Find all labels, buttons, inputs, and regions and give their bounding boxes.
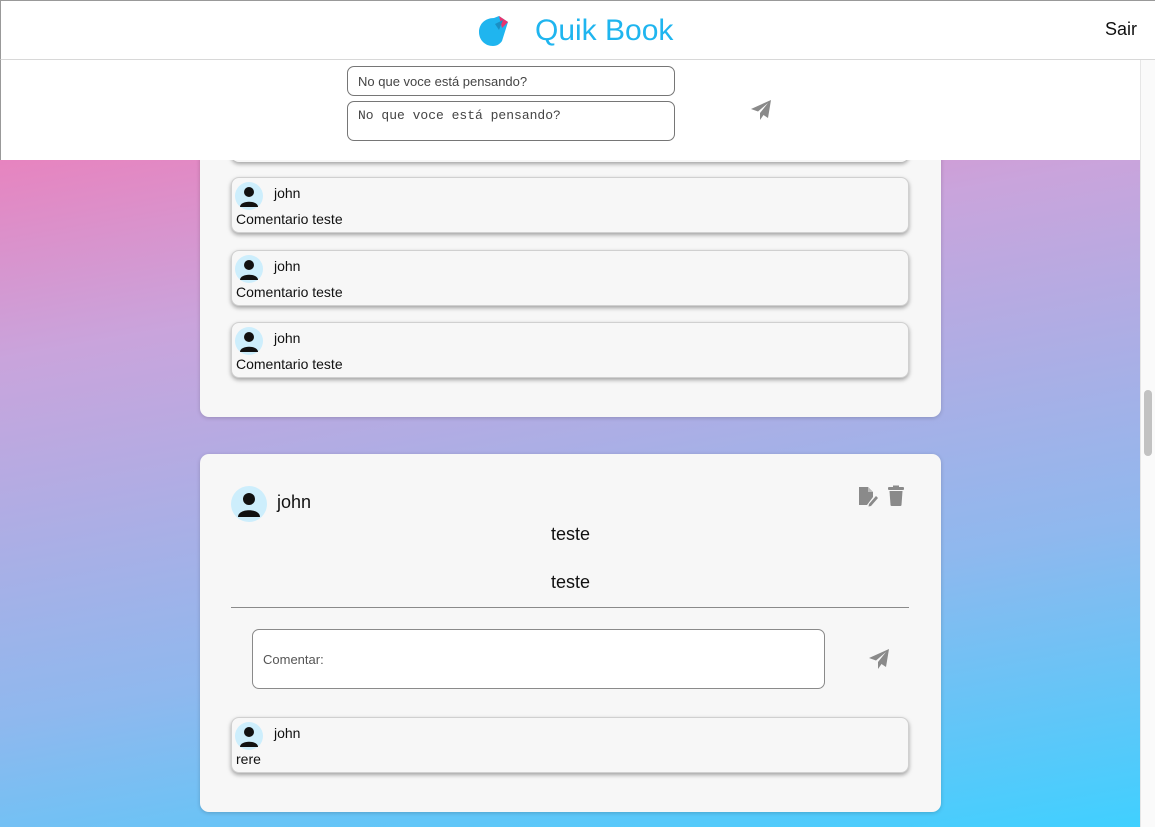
comment-card: john Comentario teste <box>231 177 909 233</box>
paper-plane-icon <box>751 100 771 120</box>
quikbook-logo-icon <box>479 16 508 46</box>
new-post-composer <box>0 60 1140 160</box>
comment-author: john <box>274 258 301 274</box>
delete-post-button[interactable] <box>886 485 908 507</box>
page-scrollbar[interactable] <box>1140 60 1155 827</box>
top-navbar: Quik Book Sair <box>0 0 1155 60</box>
post-divider <box>231 607 909 608</box>
comment-author: john <box>274 725 301 741</box>
paper-plane-icon <box>869 649 889 669</box>
post-title: teste <box>550 524 591 544</box>
brand-name: Quik Book <box>535 14 674 47</box>
logout-link[interactable]: Sair <box>1105 19 1137 40</box>
post-body-textarea[interactable] <box>347 101 675 141</box>
post-author: john <box>277 492 312 512</box>
post-body: teste <box>550 572 591 592</box>
user-avatar-icon <box>235 182 263 210</box>
comment-text: Comentario teste <box>236 211 343 227</box>
scrollbar-thumb[interactable] <box>1144 390 1152 456</box>
comment-text: Comentario teste <box>236 356 343 372</box>
comment-author: john <box>274 185 301 201</box>
brand[interactable]: Quik Book <box>477 13 673 49</box>
edit-document-icon <box>859 487 878 507</box>
comment-card: john Comentario teste <box>231 250 909 306</box>
send-comment-button[interactable] <box>867 647 891 671</box>
comment-author: john <box>274 330 301 346</box>
trash-icon <box>888 485 904 506</box>
user-avatar-icon <box>235 255 263 283</box>
comment-text: Comentario teste <box>236 284 343 300</box>
comment-card: john Comentario teste <box>231 322 909 378</box>
comment-text: rere <box>236 751 261 767</box>
publish-post-button[interactable] <box>749 98 773 122</box>
comment-card: john rere <box>231 717 909 773</box>
edit-post-button[interactable] <box>857 485 879 507</box>
comment-input[interactable] <box>252 629 825 689</box>
user-avatar-icon <box>231 486 267 522</box>
post-title-input[interactable] <box>347 66 675 96</box>
user-avatar-icon <box>235 722 263 750</box>
user-avatar-icon <box>235 327 263 355</box>
